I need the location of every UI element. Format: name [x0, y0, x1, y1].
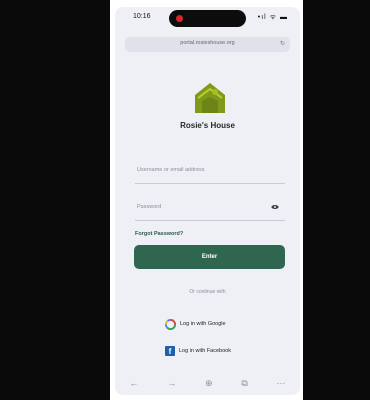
- enter-button[interactable]: Enter: [134, 245, 285, 269]
- tabs-icon[interactable]: ⧉: [241, 378, 247, 389]
- address-bar[interactable]: portal.rosieshouse.org ↻: [125, 37, 290, 52]
- recording-indicator-icon: [176, 15, 183, 22]
- dynamic-island: [169, 10, 246, 27]
- email-field[interactable]: [135, 157, 285, 184]
- facebook-login-label: Log in with Facebook: [179, 348, 231, 354]
- forward-arrow-icon[interactable]: →: [167, 378, 176, 388]
- app-name: Rosie's House: [180, 121, 235, 130]
- video-frame-right: [303, 0, 370, 400]
- phone-screen: 10:16 •ıl ᯤ ▬ portal.rosieshouse.org ↻ R…: [115, 7, 300, 395]
- email-input[interactable]: [135, 166, 269, 174]
- google-icon: [165, 318, 176, 330]
- facebook-icon: f: [165, 346, 175, 356]
- google-login-label: Log in with Google: [180, 321, 226, 327]
- password-field[interactable]: [135, 194, 285, 221]
- password-input[interactable]: [135, 203, 269, 211]
- browser-toolbar: ← → ⊕ ⧉ ···: [115, 372, 300, 394]
- status-time: 10:16: [133, 13, 151, 20]
- facebook-login-button[interactable]: f Log in with Facebook: [165, 344, 261, 358]
- forgot-password-link[interactable]: Forgot Password?: [135, 231, 183, 237]
- status-bar: 10:16 •ıl ᯤ ▬: [115, 7, 300, 31]
- more-icon[interactable]: ···: [277, 378, 286, 388]
- video-frame-left: [0, 0, 110, 400]
- refresh-icon[interactable]: ↻: [280, 40, 285, 47]
- google-login-button[interactable]: Log in with Google: [165, 317, 261, 331]
- divider-text: Or continue with: [189, 289, 226, 295]
- status-icons: •ıl ᯤ ▬: [257, 14, 288, 21]
- new-tab-icon[interactable]: ⊕: [205, 378, 213, 389]
- url-text: portal.rosieshouse.org: [180, 40, 235, 46]
- back-arrow-icon[interactable]: ←: [129, 378, 138, 388]
- eye-icon[interactable]: [271, 204, 279, 210]
- house-logo-icon: [195, 83, 225, 113]
